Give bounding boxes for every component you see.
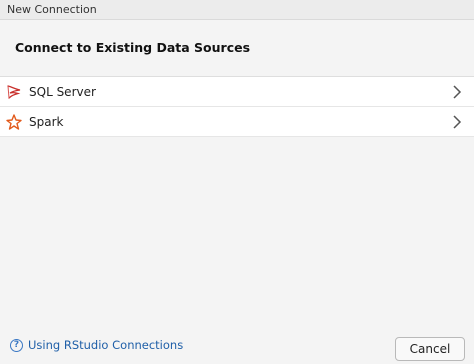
chevron-right-icon xyxy=(452,115,462,129)
cancel-button[interactable]: Cancel xyxy=(395,337,465,361)
chevron-right-icon xyxy=(452,85,462,99)
sql-server-icon xyxy=(6,84,22,100)
data-source-spark[interactable]: Spark xyxy=(0,107,474,137)
data-source-list: SQL Server Spark xyxy=(0,76,474,137)
help-icon: ? xyxy=(10,338,23,352)
window-title: New Connection xyxy=(0,0,474,20)
data-source-label: SQL Server xyxy=(29,84,96,99)
data-source-sql-server[interactable]: SQL Server xyxy=(0,77,474,107)
dialog-heading: Connect to Existing Data Sources xyxy=(0,20,474,76)
using-rstudio-connections-link[interactable]: ? Using RStudio Connections xyxy=(10,338,183,352)
data-source-label: Spark xyxy=(29,114,64,129)
help-link-label: Using RStudio Connections xyxy=(28,338,184,352)
new-connection-dialog: New Connection Connect to Existing Data … xyxy=(0,0,474,364)
spark-icon xyxy=(6,113,22,130)
